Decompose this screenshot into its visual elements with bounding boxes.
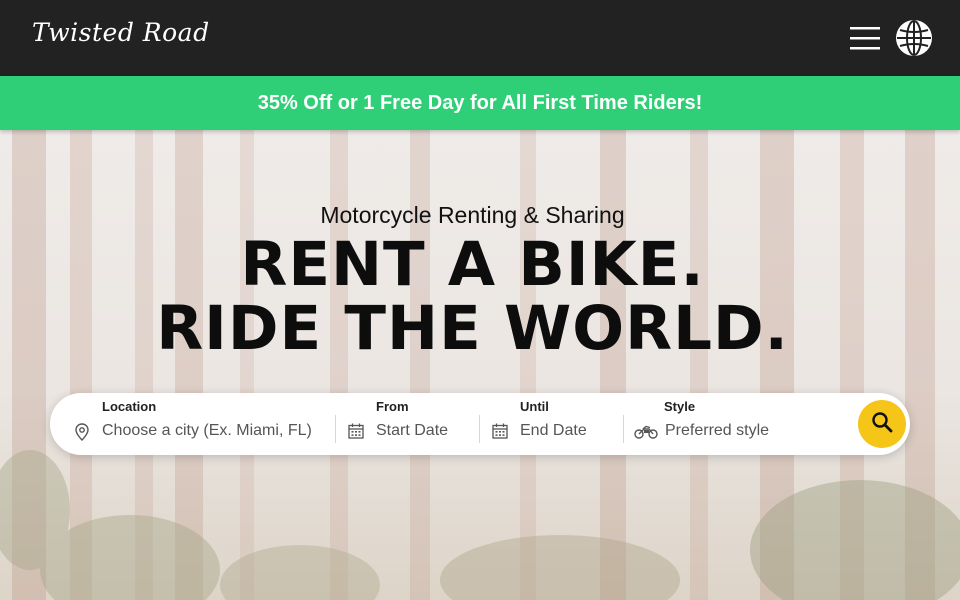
- promo-text: 35% Off or 1 Free Day for All First Time…: [257, 91, 703, 114]
- from-label: From: [376, 399, 409, 414]
- logo[interactable]: Twisted Road: [32, 18, 210, 47]
- map-pin-icon: [74, 423, 90, 445]
- start-date-input[interactable]: Start Date: [376, 422, 448, 440]
- divider: [623, 415, 624, 443]
- divider: [335, 415, 336, 443]
- hamburger-menu-icon[interactable]: [848, 22, 882, 54]
- location-field[interactable]: Location Choose a city (Ex. Miami, FL): [72, 393, 334, 455]
- start-date-field[interactable]: From Start Date: [346, 393, 476, 455]
- search-button[interactable]: [858, 400, 906, 448]
- site-header: Twisted Road: [0, 0, 960, 76]
- search-icon: [871, 411, 893, 437]
- style-field[interactable]: Style Preferred style: [634, 393, 844, 455]
- hero-headline-line-1: RENT A BIKE.: [240, 229, 705, 300]
- hero-headline-line-2: RIDE THE WORLD.: [156, 293, 789, 364]
- forest-background-image: [0, 130, 960, 600]
- location-label: Location: [102, 399, 157, 414]
- end-date-field[interactable]: Until End Date: [490, 393, 620, 455]
- style-label: Style: [664, 399, 696, 414]
- divider: [479, 415, 480, 443]
- search-bar: Location Choose a city (Ex. Miami, FL) F…: [50, 393, 910, 455]
- style-select[interactable]: Preferred style: [665, 422, 769, 440]
- until-label: Until: [520, 399, 549, 414]
- calendar-icon: [492, 423, 508, 443]
- hero-subtitle: Motorcycle Renting & Sharing: [320, 202, 625, 228]
- globe-icon[interactable]: [895, 19, 933, 57]
- end-date-input[interactable]: End Date: [520, 422, 587, 440]
- location-input[interactable]: Choose a city (Ex. Miami, FL): [102, 422, 312, 440]
- promo-banner[interactable]: 35% Off or 1 Free Day for All First Time…: [0, 76, 960, 130]
- calendar-icon: [348, 423, 364, 443]
- motorcycle-icon: [634, 424, 658, 443]
- hero-section: Motorcycle Renting & Sharing RENT A BIKE…: [0, 130, 960, 600]
